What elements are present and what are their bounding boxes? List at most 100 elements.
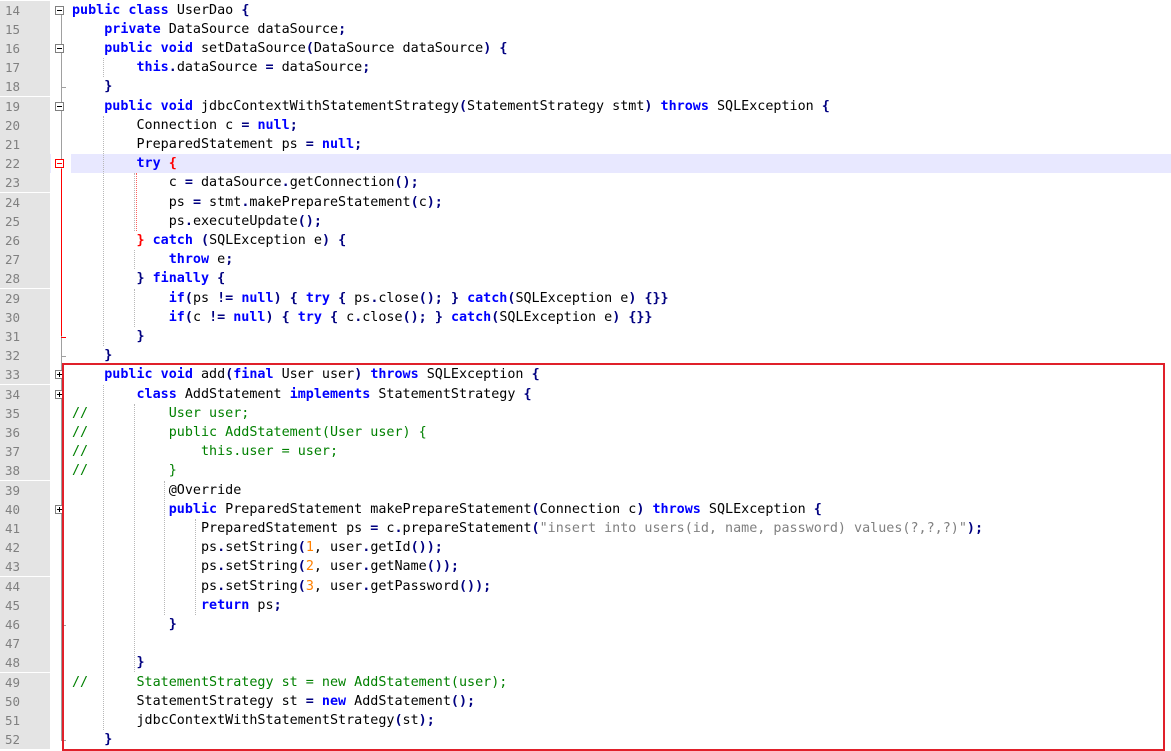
code-token: // StatementStrategy st = new AddStateme…: [72, 674, 508, 690]
code-line[interactable]: 52 }: [0, 730, 1171, 750]
code-line[interactable]: 22 try {: [0, 154, 1171, 174]
code-token: "insert into users(id, name, password) v…: [539, 520, 967, 536]
code-token: ;: [354, 136, 363, 152]
indent-guide: [133, 403, 135, 673]
code-line[interactable]: 23 c = dataSource.getConnection();: [0, 173, 1171, 193]
fold-expand-icon[interactable]: [55, 504, 64, 514]
line-number-gutter: 32: [0, 346, 50, 366]
fold-expand-icon[interactable]: [55, 370, 64, 380]
code-line[interactable]: 39 @Override: [0, 480, 1171, 500]
code-line[interactable]: 20 Connection c = null;: [0, 115, 1171, 135]
code-token: {: [330, 309, 339, 325]
fold-collapse-icon[interactable]: [55, 5, 64, 15]
code-line[interactable]: 40 public PreparedStatement makePrepareS…: [0, 499, 1171, 519]
code-text: } catch (SQLException e) {: [72, 231, 347, 250]
fold-expand-icon[interactable]: [55, 389, 64, 399]
fold-collapse-icon[interactable]: [55, 43, 64, 53]
code-line[interactable]: 28 } finally {: [0, 269, 1171, 289]
code-token: User user: [273, 367, 355, 383]
code-token: ps: [72, 194, 193, 210]
code-token: try: [297, 309, 322, 325]
code-line[interactable]: 46 }: [0, 614, 1171, 635]
code-token: ): [265, 309, 274, 325]
code-line[interactable]: 14 public class UserDao {: [0, 0, 1171, 20]
code-line[interactable]: 47: [0, 634, 1171, 654]
code-token: }: [168, 616, 177, 632]
line-number: 46: [5, 616, 21, 632]
code-token: class: [136, 386, 185, 402]
code-token: prepareStatement: [402, 520, 532, 536]
line-number-gutter: 18: [0, 77, 50, 97]
code-line[interactable]: 45 return ps;: [0, 595, 1171, 615]
code-line[interactable]: 44 ps.setString(3, user.getPassword());: [0, 576, 1171, 596]
code-line[interactable]: 37 // this.user = user;: [0, 442, 1171, 462]
line-number-gutter: 21: [0, 134, 50, 155]
code-token: {: [281, 309, 290, 325]
fold-collapse-icon[interactable]: [55, 101, 64, 111]
line-number: 36: [5, 424, 21, 440]
code-token: // }: [72, 463, 177, 479]
code-line[interactable]: 30 if(c != null) { try { c.close(); } ca…: [0, 307, 1171, 327]
code-line[interactable]: 15 private DataSource dataSource;: [0, 19, 1171, 39]
code-token: close: [378, 290, 419, 306]
code-token: new: [321, 693, 347, 709]
code-text: // this.user = user;: [72, 442, 338, 461]
code-token: Connection c: [539, 501, 637, 517]
code-line[interactable]: 16 public void setDataSource(DataSource …: [0, 38, 1171, 59]
code-text: ps.executeUpdate();: [72, 212, 322, 231]
line-number: 30: [5, 309, 21, 325]
code-text: class AddStatement implements StatementS…: [72, 385, 532, 404]
code-line[interactable]: 19 public void jdbcContextWithStatementS…: [0, 96, 1171, 116]
code-editor[interactable]: 14 public class UserDao {15 private DataS…: [0, 0, 1171, 751]
code-text: // }: [72, 461, 177, 480]
code-line[interactable]: 17 this.dataSource = dataSource;: [0, 58, 1171, 78]
code-line[interactable]: 35 // User user;: [0, 403, 1171, 423]
code-line[interactable]: 29 if(ps != null) { try { ps.close(); } …: [0, 288, 1171, 308]
code-line[interactable]: 51 jdbcContextWithStatementStrategy(st);: [0, 710, 1171, 731]
code-token: c: [72, 175, 185, 191]
line-number: 44: [5, 578, 21, 594]
fold-end: [61, 355, 66, 357]
line-number: 18: [5, 79, 21, 95]
code-line[interactable]: 41 PreparedStatement ps = c.prepareState…: [0, 518, 1171, 539]
code-line[interactable]: 26 } catch (SQLException e) {: [0, 230, 1171, 251]
code-line[interactable]: 31 }: [0, 326, 1171, 347]
fold-collapse-icon[interactable]: [55, 159, 64, 169]
code-line[interactable]: 21 PreparedStatement ps = null;: [0, 134, 1171, 155]
code-line[interactable]: 33 public void add(final User user) thro…: [0, 365, 1171, 385]
code-line[interactable]: 34 class AddStatement implements Stateme…: [0, 384, 1171, 404]
code-token: try: [305, 290, 330, 306]
code-token: {}}: [644, 290, 669, 306]
code-line[interactable]: 43 ps.setString(2, user.getName());: [0, 557, 1171, 577]
code-token: if: [168, 309, 185, 325]
code-line[interactable]: 27 throw e;: [0, 250, 1171, 270]
code-token: c: [192, 309, 210, 325]
code-line[interactable]: 18 }: [0, 77, 1171, 97]
code-text: public void jdbcContextWithStatementStra…: [72, 97, 830, 116]
code-token: SQLException: [700, 501, 814, 517]
code-token: {: [217, 271, 226, 287]
code-line[interactable]: 42 ps.setString(1, user.getId());: [0, 538, 1171, 558]
code-token: {: [338, 232, 347, 248]
code-text: jdbcContextWithStatementStrategy(st);: [72, 711, 434, 730]
code-token: null: [257, 117, 290, 133]
code-line[interactable]: 38 // }: [0, 461, 1171, 481]
code-line[interactable]: 25 ps.executeUpdate();: [0, 211, 1171, 231]
code-text: this.dataSource = dataSource;: [72, 58, 371, 77]
line-number: 15: [5, 21, 21, 37]
code-line[interactable]: 24 ps = stmt.makePrepareStatement(c);: [0, 192, 1171, 212]
code-line[interactable]: 48 }: [0, 653, 1171, 673]
code-line[interactable]: 32 }: [0, 346, 1171, 366]
code-token: private: [104, 21, 169, 37]
code-line[interactable]: 50 StatementStrategy st = new AddStateme…: [0, 691, 1171, 711]
code-token: ;: [225, 252, 234, 268]
code-line[interactable]: 36 // public AddStatement(User user) {: [0, 422, 1171, 443]
code-line[interactable]: 49 // StatementStrategy st = new AddState…: [0, 672, 1171, 692]
